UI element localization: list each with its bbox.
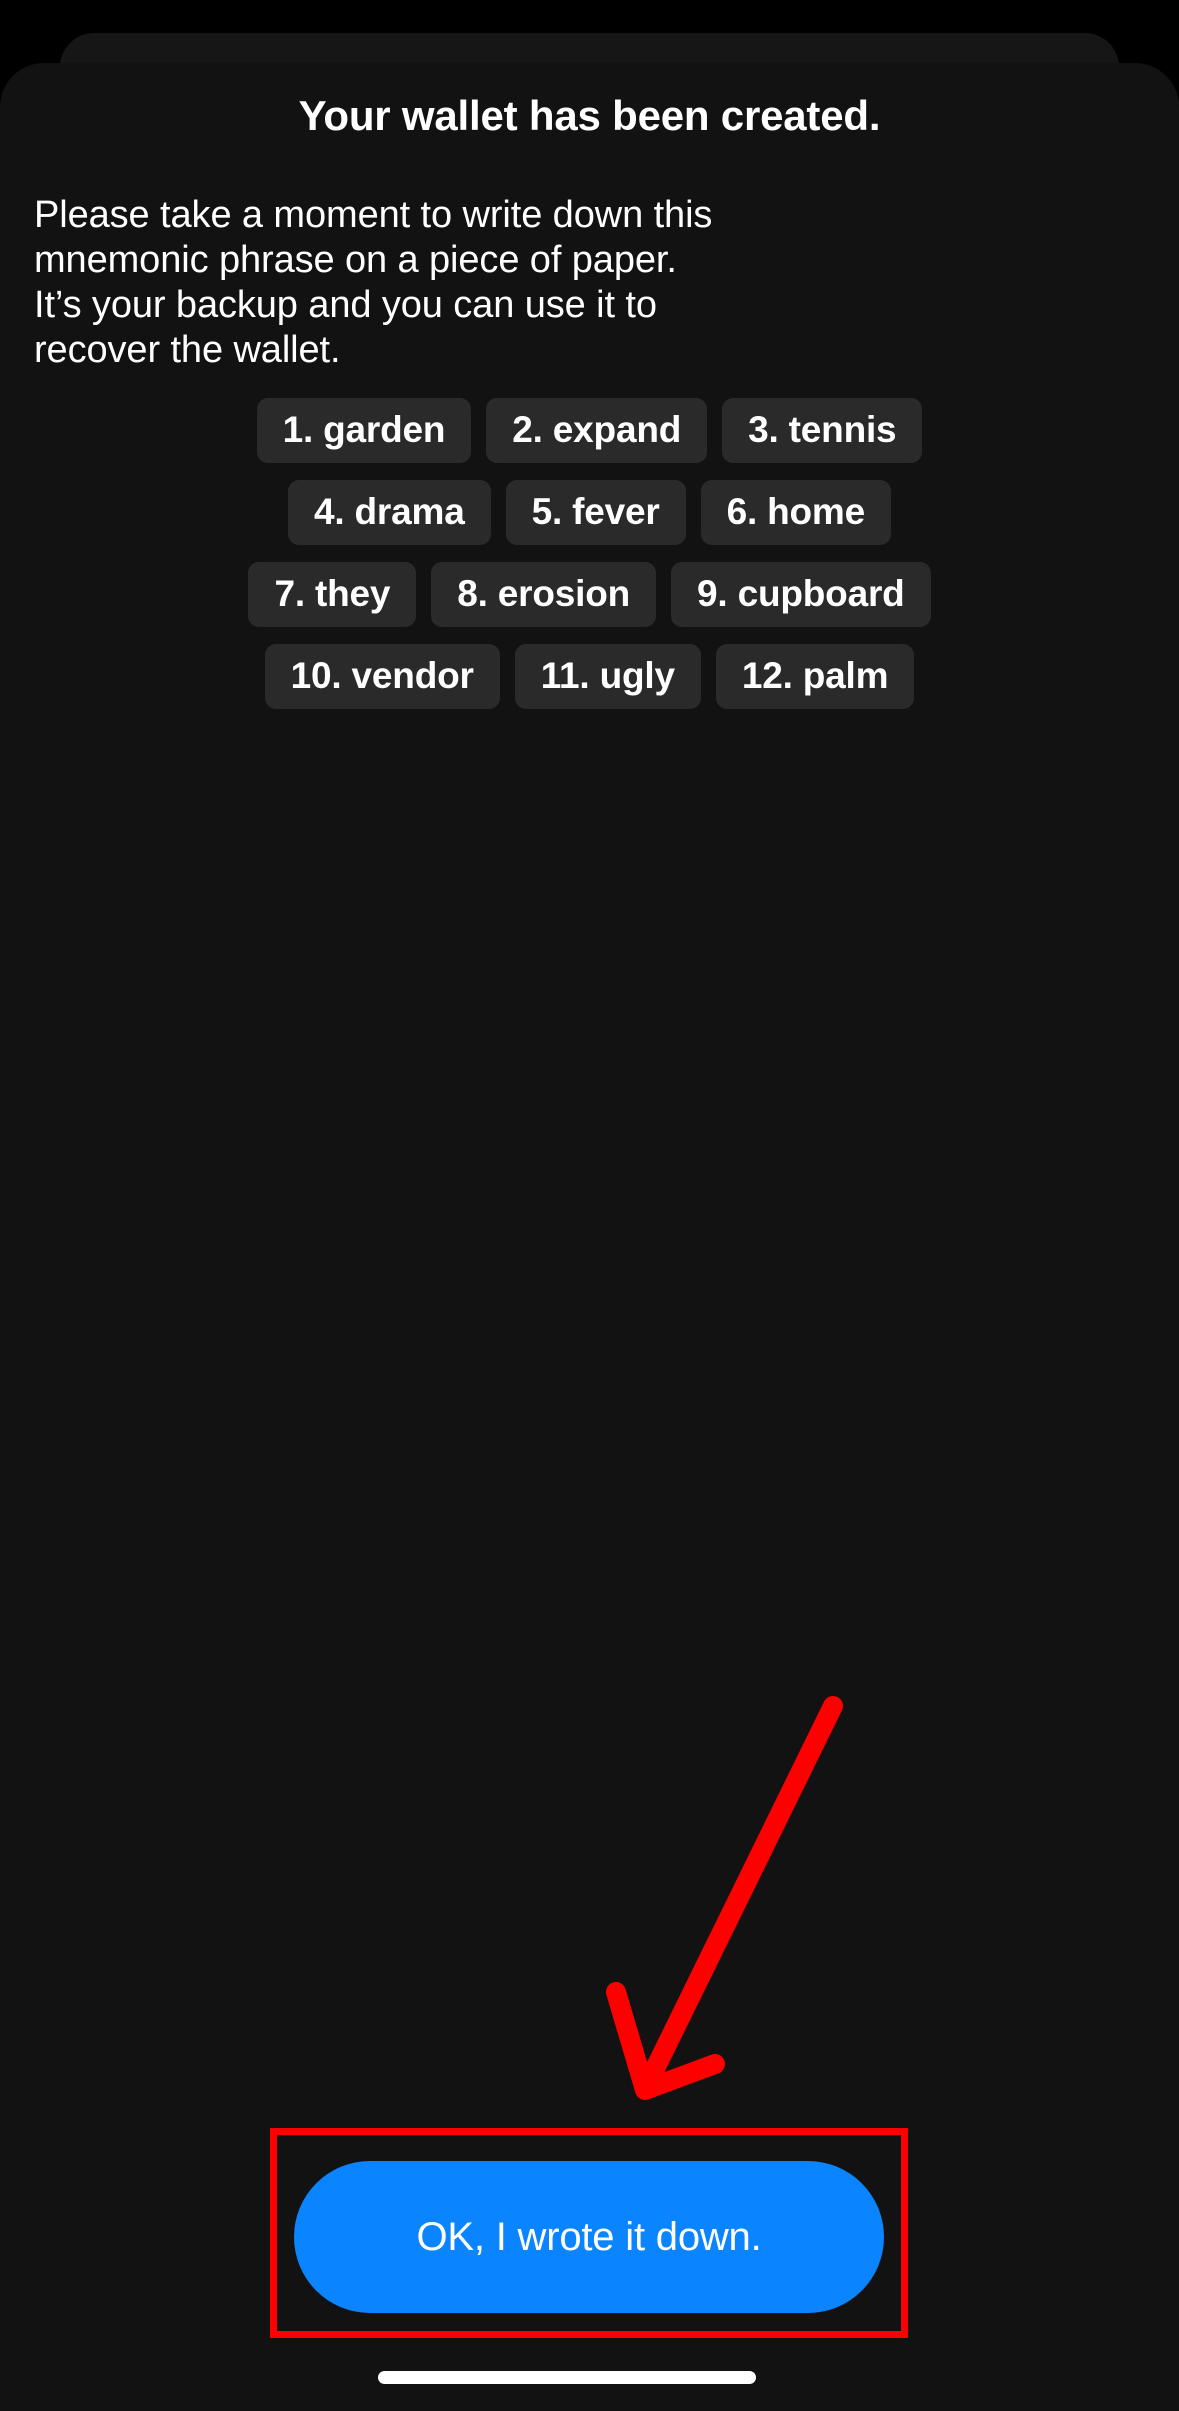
mnemonic-row: 4. drama 5. fever 6. home bbox=[0, 480, 1179, 545]
mnemonic-word-2[interactable]: 2. expand bbox=[486, 398, 708, 463]
mnemonic-word-7[interactable]: 7. they bbox=[248, 562, 417, 627]
mnemonic-word-11[interactable]: 11. ugly bbox=[514, 644, 701, 709]
page-title: Your wallet has been created. bbox=[298, 92, 881, 140]
mnemonic-word-4[interactable]: 4. drama bbox=[287, 480, 491, 545]
mnemonic-word-9[interactable]: 9. cupboard bbox=[671, 562, 931, 627]
mnemonic-word-1[interactable]: 1. garden bbox=[256, 398, 472, 463]
mnemonic-word-5[interactable]: 5. fever bbox=[505, 480, 686, 545]
mnemonic-row: 1. garden 2. expand 3. tennis bbox=[0, 398, 1179, 463]
mnemonic-phrase-grid: 1. garden 2. expand 3. tennis 4. drama 5… bbox=[0, 398, 1179, 726]
mnemonic-row: 7. they 8. erosion 9. cupboard bbox=[0, 562, 1179, 627]
mnemonic-word-10[interactable]: 10. vendor bbox=[264, 644, 500, 709]
ok-i-wrote-it-down-button[interactable]: OK, I wrote it down. bbox=[294, 2161, 884, 2313]
home-indicator bbox=[378, 2371, 756, 2384]
instructions-text: Please take a moment to write down this … bbox=[34, 194, 713, 371]
mnemonic-word-3[interactable]: 3. tennis bbox=[722, 398, 923, 463]
modal-sheet: Your wallet has been created. Please tak… bbox=[0, 63, 1179, 2411]
mnemonic-word-8[interactable]: 8. erosion bbox=[431, 562, 657, 627]
mnemonic-row: 10. vendor 11. ugly 12. palm bbox=[0, 644, 1179, 709]
mnemonic-word-12[interactable]: 12. palm bbox=[715, 644, 915, 709]
mnemonic-word-6[interactable]: 6. home bbox=[700, 480, 891, 545]
